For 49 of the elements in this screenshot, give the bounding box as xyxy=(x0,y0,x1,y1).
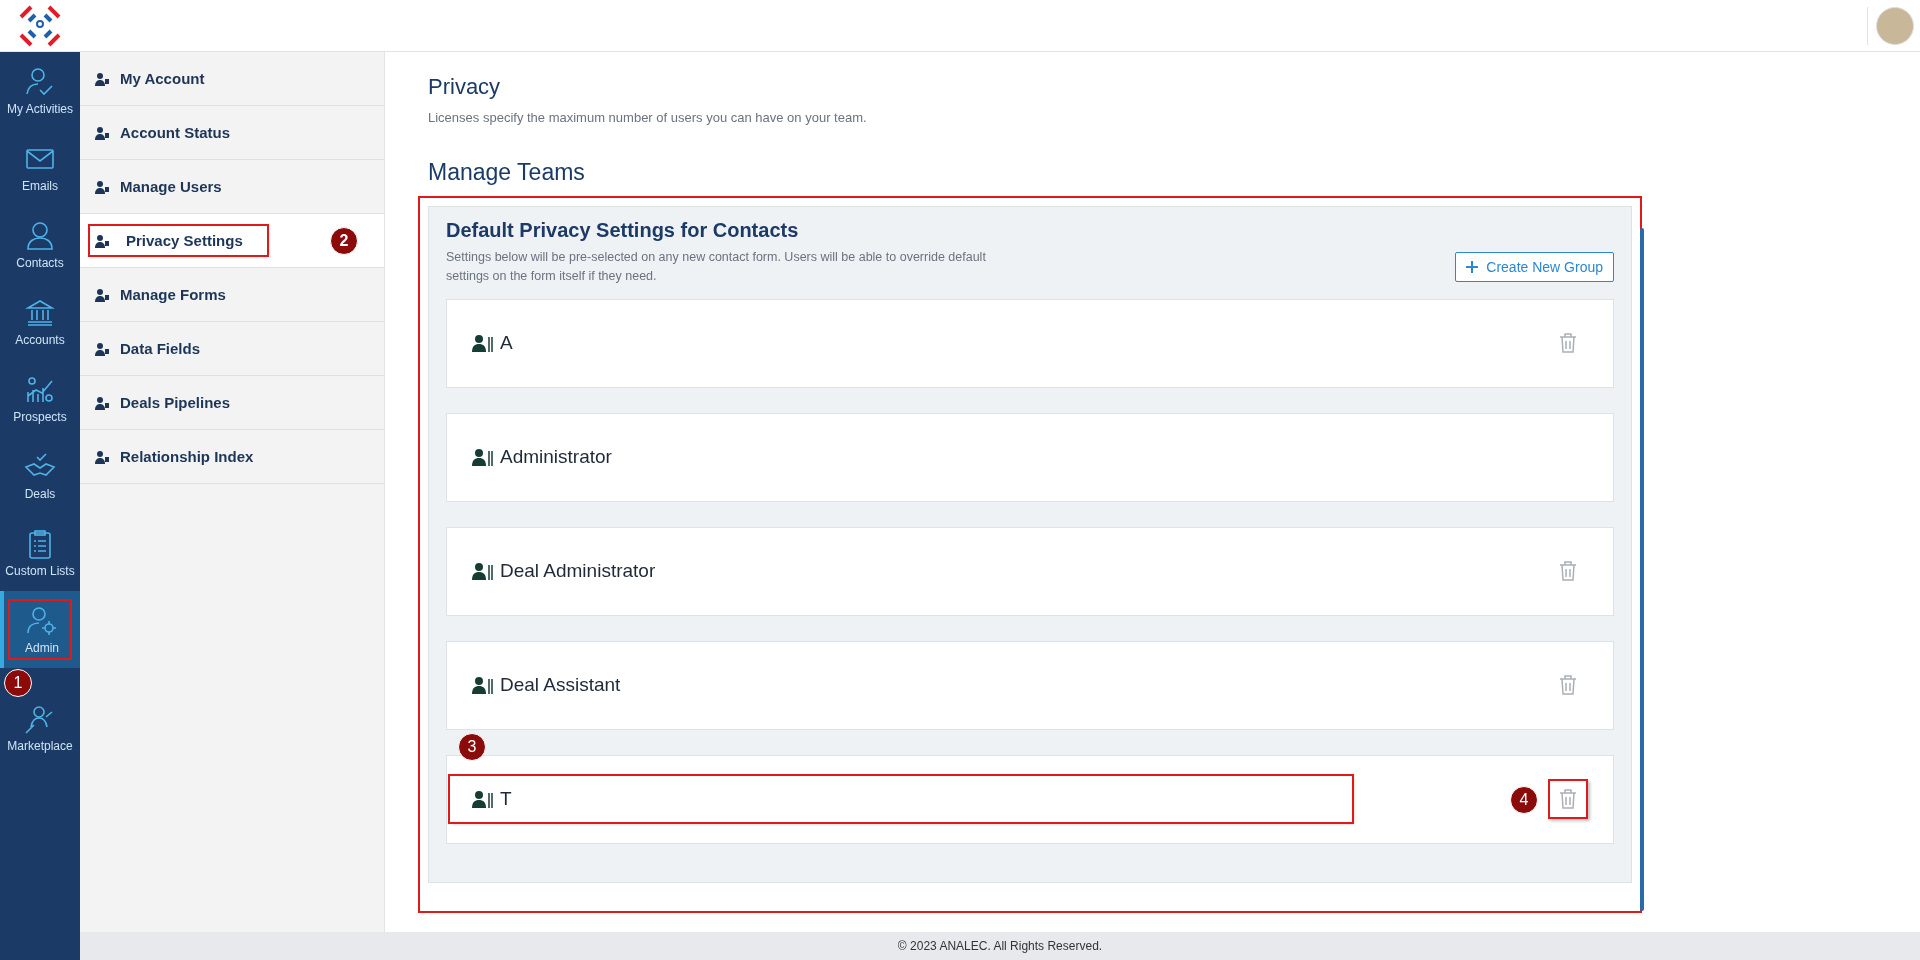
group-name: T xyxy=(500,788,512,810)
card-description: Settings below will be pre-selected on any new contact form. Users will be able to override default settings on the form itself if they need. xyxy=(446,249,987,285)
menu-icon xyxy=(94,232,110,249)
menu-icon xyxy=(94,286,110,303)
group-name: Deal Administrator xyxy=(500,560,656,582)
group-name: A xyxy=(500,332,513,354)
menu-icon xyxy=(94,448,110,465)
settings-menu-item[interactable]: My Account xyxy=(120,64,215,93)
card-title: Default Privacy Settings for Contacts xyxy=(446,219,800,242)
page-title: Privacy xyxy=(428,74,502,100)
group-name: Deal Assistant xyxy=(500,674,621,696)
nav-item[interactable]: Admin xyxy=(0,591,80,668)
group-row[interactable]: A xyxy=(446,298,1614,388)
plus-icon xyxy=(1466,260,1479,273)
group-row[interactable]: Administrator xyxy=(446,412,1614,502)
nav-icon xyxy=(24,219,56,252)
nav-item[interactable]: My Activities xyxy=(0,52,80,129)
settings-menu-item[interactable]: Privacy Settings xyxy=(90,226,267,255)
group-row[interactable]: Deal Administrator xyxy=(446,526,1614,616)
nav-icon xyxy=(26,604,58,637)
section-title: Manage Teams xyxy=(428,159,586,186)
page-subtitle: Licenses specify the maximum number of users you can have on your team. xyxy=(428,110,868,125)
nav-item[interactable]: Prospects xyxy=(0,360,80,437)
nav-item[interactable]: Deals xyxy=(0,437,80,514)
user-avatar[interactable] xyxy=(1876,6,1914,45)
nav-item[interactable]: Emails xyxy=(0,129,80,206)
step-badge: 3 xyxy=(458,732,486,761)
create-group-button[interactable]: Create New Group xyxy=(1455,251,1614,282)
step-badge: 1 xyxy=(4,669,32,697)
nav-item[interactable]: Contacts xyxy=(0,206,80,283)
menu-icon xyxy=(94,178,110,195)
nav-item[interactable]: Custom Lists xyxy=(0,514,80,591)
nav-icon xyxy=(24,65,56,98)
footer-text: © 2023 ANALEC. All Rights Reserved. xyxy=(80,932,1920,960)
menu-icon xyxy=(94,124,110,141)
menu-icon xyxy=(94,340,110,357)
nav-item[interactable]: Accounts xyxy=(0,283,80,360)
delete-icon[interactable] xyxy=(1548,779,1588,819)
settings-menu-item[interactable]: Manage Users xyxy=(120,172,232,201)
group-name: Administrator xyxy=(500,446,612,468)
group-row[interactable]: Deal Assistant xyxy=(446,640,1614,730)
settings-menu-item[interactable]: Data Fields xyxy=(120,334,211,363)
settings-menu-item[interactable]: Deals Pipelines xyxy=(120,388,241,417)
settings-menu-item[interactable]: Manage Forms xyxy=(120,280,236,309)
settings-menu-item[interactable]: Relationship Index xyxy=(120,442,264,471)
step-badge: 2 xyxy=(330,227,358,255)
menu-icon xyxy=(94,70,110,87)
settings-menu-item[interactable]: Account Status xyxy=(120,118,240,147)
menu-icon xyxy=(94,394,110,411)
